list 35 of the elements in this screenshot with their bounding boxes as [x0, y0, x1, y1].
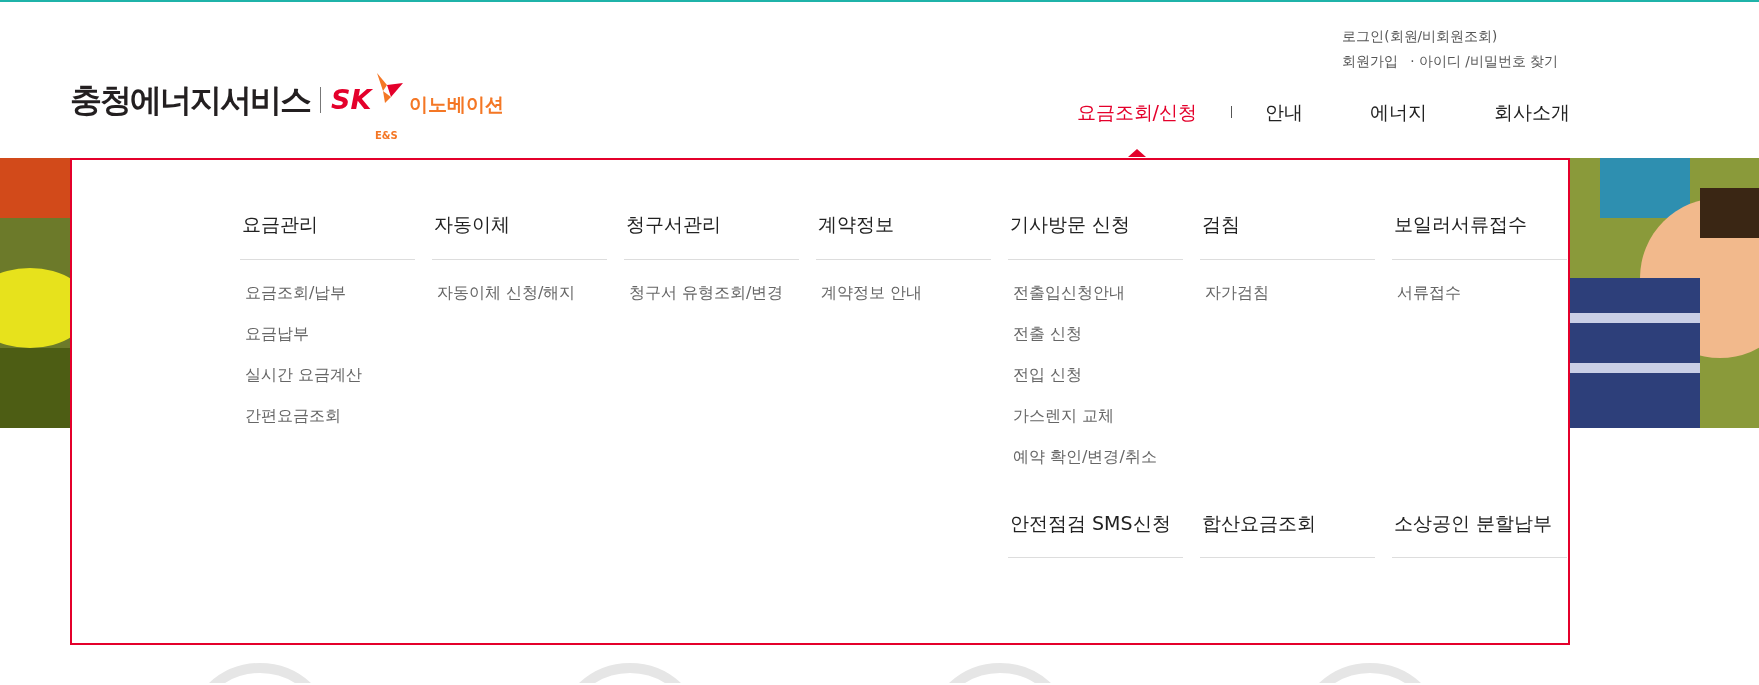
- login-link[interactable]: 로그인(회원/비회원조회): [1342, 28, 1498, 44]
- nav-tab[interactable]: 요금조회/신청: [1076, 101, 1197, 123]
- menu-link[interactable]: 예약 확인/변경/취소: [1013, 445, 1183, 467]
- brand-subtitle: 이노베이션: [409, 91, 505, 117]
- menu-heading[interactable]: 안전점검 SMS신청: [1008, 508, 1183, 558]
- nav-tab[interactable]: 안내: [1265, 101, 1303, 123]
- menu-heading[interactable]: 요금관리: [240, 210, 415, 260]
- menu-link[interactable]: 청구서 유형조회/변경: [629, 281, 799, 303]
- menu-link[interactable]: 실시간 요금계산: [245, 363, 415, 385]
- link[interactable]: · 아이디 /비밀번호 찾기: [1410, 53, 1558, 69]
- menu-link[interactable]: 가스렌지 교체: [1013, 404, 1183, 426]
- menu-link[interactable]: 요금조회/납부: [245, 281, 415, 303]
- nav-tab[interactable]: 회사소개: [1494, 101, 1570, 123]
- menu-link[interactable]: 자가검침: [1205, 281, 1375, 303]
- menu-link[interactable]: 간편요금조회: [245, 404, 415, 426]
- menu-link[interactable]: 전출입신청안내: [1013, 281, 1183, 303]
- menu-heading[interactable]: 기사방문 신청: [1008, 210, 1183, 260]
- menu-heading[interactable]: 보일러서류접수: [1392, 210, 1567, 260]
- menu-heading[interactable]: 검침: [1200, 210, 1375, 260]
- link[interactable]: 회원가입: [1342, 53, 1399, 69]
- menu-link[interactable]: 전출 신청: [1013, 322, 1183, 344]
- menu-link[interactable]: 서류접수: [1397, 281, 1567, 303]
- menu-heading[interactable]: 계약정보: [816, 210, 991, 260]
- menu-heading[interactable]: 자동이체: [432, 210, 607, 260]
- menu-heading[interactable]: 합산요금조회: [1200, 508, 1375, 558]
- company-name: 충청에너지서비스: [70, 80, 310, 121]
- menu-link[interactable]: 요금납부: [245, 322, 415, 344]
- brand-suffix: E&S: [375, 129, 398, 143]
- menu-link[interactable]: 계약정보 안내: [821, 281, 991, 303]
- nav-tab[interactable]: 에너지: [1370, 101, 1427, 123]
- menu-link[interactable]: 전입 신청: [1013, 363, 1183, 385]
- menu-heading[interactable]: 소상공인 분할납부: [1392, 508, 1567, 558]
- menu-heading[interactable]: 청구서관리: [624, 210, 799, 260]
- brand-name: SK: [331, 82, 372, 117]
- menu-link[interactable]: 자동이체 신청/해지: [437, 281, 607, 303]
